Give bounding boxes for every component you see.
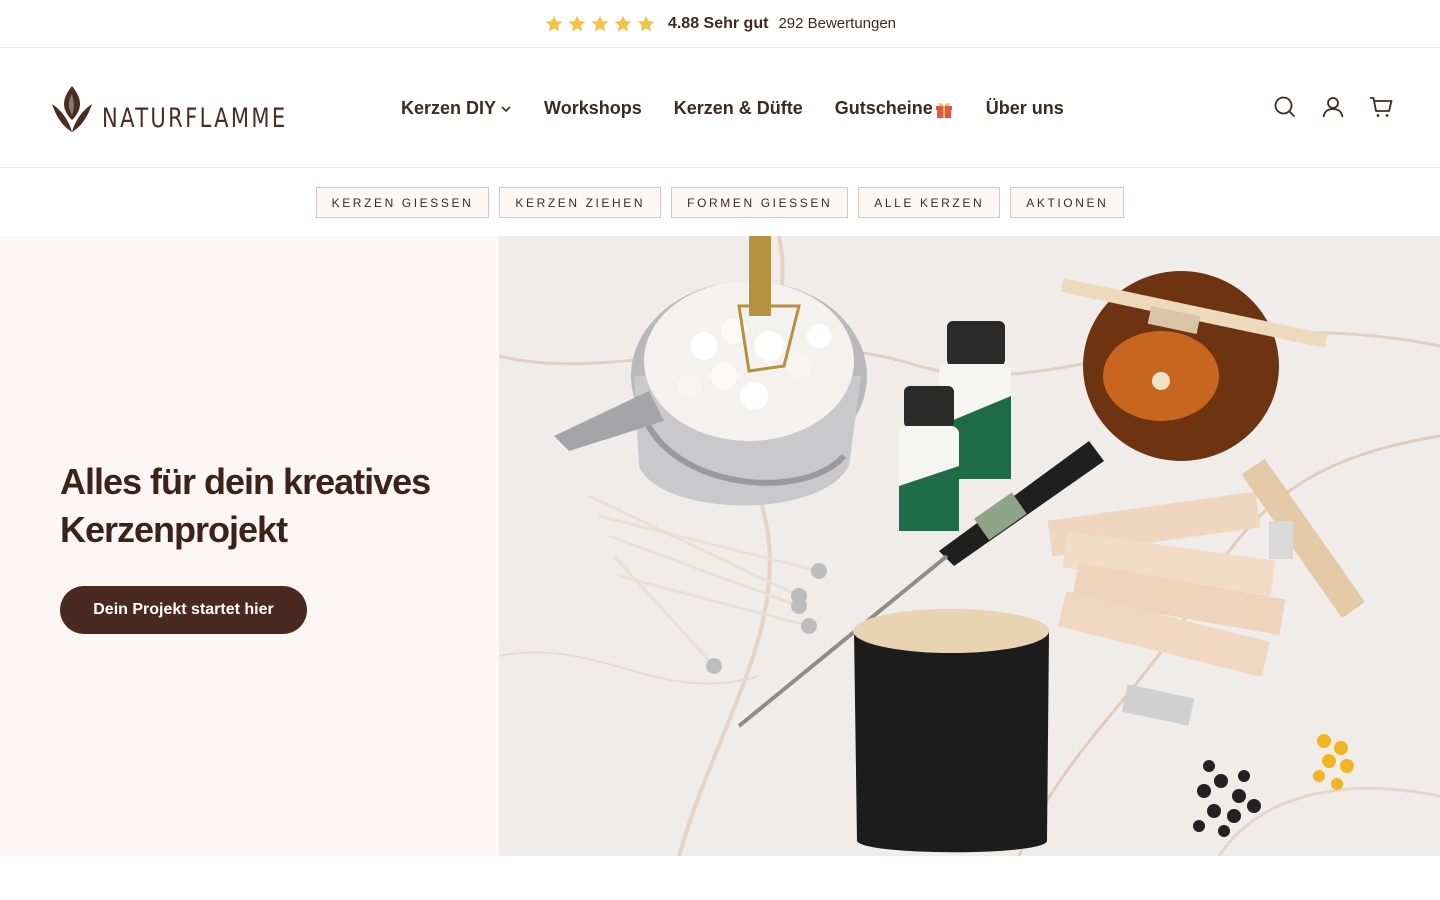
logo-text: NATURFLAMME [102,103,288,134]
category-pills: KERZEN GIESSEN KERZEN ZIEHEN FORMEN GIES… [0,187,1440,218]
rating-bar[interactable]: 4.88 Sehr gut 292 Bewertungen [0,0,1440,48]
star-icon [568,15,586,31]
candle-supplies-illustration [499,236,1440,856]
rating-count: 292 Bewertungen [778,15,897,32]
header-actions [1272,94,1394,120]
chevron-down-icon [501,105,511,112]
star-icon [614,15,632,31]
gift-icon [935,102,952,118]
hero-image [499,236,1440,856]
main-nav: Kerzen DIY Workshops Kerzen & Düfte Guts… [401,49,1064,168]
search-icon[interactable] [1272,94,1298,120]
star-icon [545,15,563,31]
rating-score: 4.88 Sehr gut [667,14,769,32]
hero-section: Alles für dein kreatives Kerzenprojekt D… [0,236,1440,856]
category-pill[interactable]: KERZEN GIESSEN [315,187,490,218]
cart-icon[interactable] [1368,94,1394,120]
nav-item-label: Kerzen DIY [401,98,497,118]
nav-item-workshops[interactable]: Workshops [544,98,642,119]
nav-item-kerzen-diy[interactable]: Kerzen DIY [401,98,512,119]
nav-item-kerzen-duefte[interactable]: Kerzen & Düfte [674,98,803,119]
flame-leaf-icon [52,86,92,132]
logo[interactable]: NATURFLAMME [50,82,340,134]
hero-text-panel: Alles für dein kreatives Kerzenprojekt D… [0,236,499,856]
star-icon [637,15,655,31]
hero-title: Alles für dein kreatives Kerzenprojekt [60,461,431,550]
star-icon [591,15,609,31]
nav-item-label: Gutscheine [834,98,933,118]
category-pill[interactable]: ALLE KERZEN [858,187,1001,218]
nav-item-label: Workshops [544,98,642,118]
nav-item-label: Kerzen & Düfte [673,98,803,118]
nav-item-gutscheine[interactable]: Gutscheine [835,98,954,119]
hero-cta-button[interactable]: Dein Projekt startet hier [60,586,307,634]
category-pill[interactable]: KERZEN ZIEHEN [499,187,662,218]
nav-item-ueber-uns[interactable]: Über uns [986,98,1064,119]
category-pill[interactable]: FORMEN GIESSEN [671,187,849,218]
nav-item-label: Über uns [985,98,1064,118]
rating-stars [544,14,656,34]
category-pill[interactable]: AKTIONEN [1010,187,1125,218]
account-icon[interactable] [1320,94,1346,120]
site-header: NATURFLAMME Kerzen DIY Workshops Kerzen … [0,49,1440,168]
